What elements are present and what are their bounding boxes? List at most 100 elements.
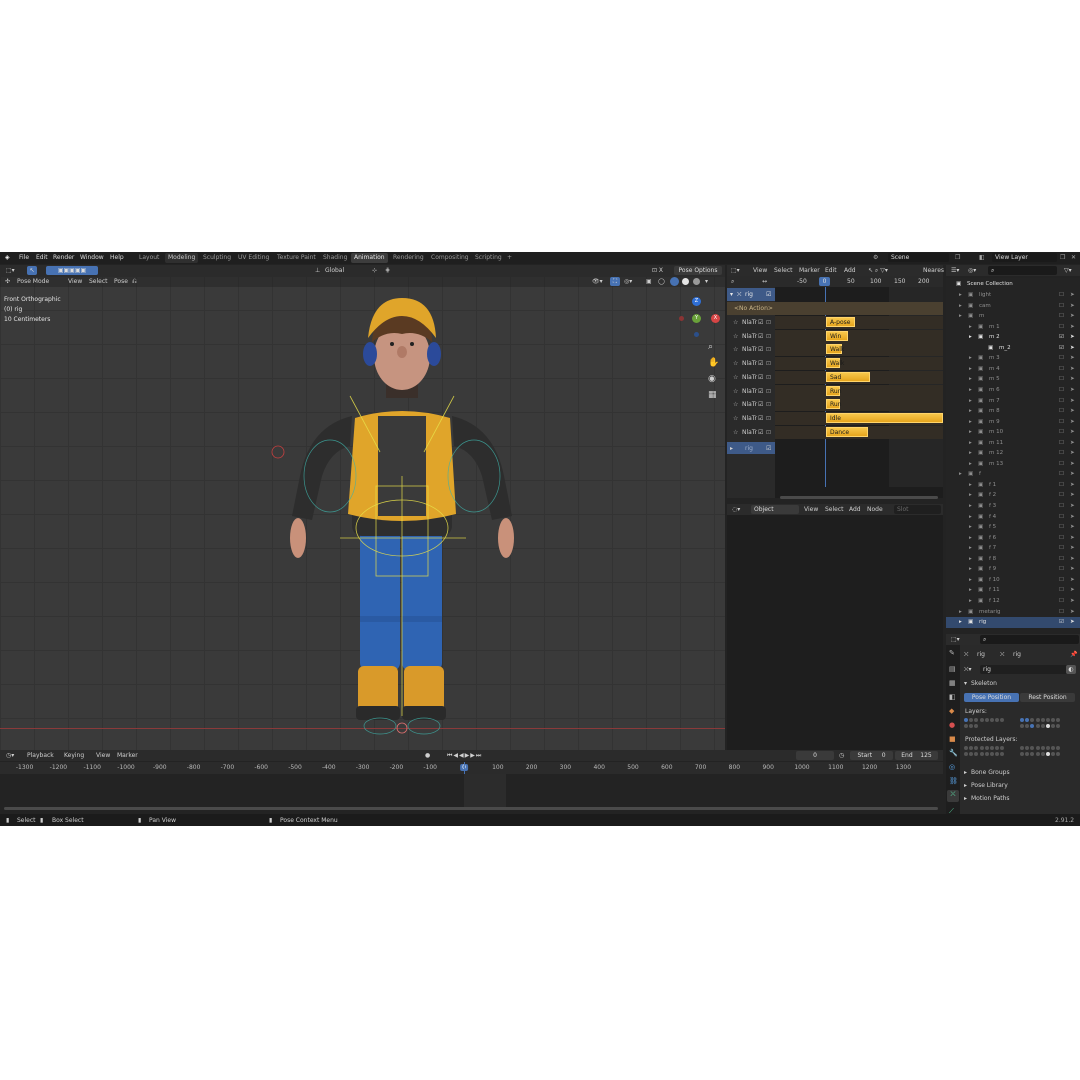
node-editor-canvas[interactable]	[727, 515, 943, 750]
select-arrow-icon[interactable]: ➤	[1070, 398, 1075, 404]
node-menu-node[interactable]: Node	[867, 506, 883, 513]
modifier-tab-icon[interactable]: 🔧	[949, 749, 958, 757]
outliner-item[interactable]: ▸ ▣ cam ☐ ➤	[946, 301, 1080, 312]
nla-strip[interactable]: Walk (f	[826, 344, 844, 363]
character-rig-illustration[interactable]	[0, 276, 725, 750]
outliner-item[interactable]: ▸ ▣ m 7 ☐ ➤	[946, 396, 1080, 407]
select-arrow-icon[interactable]: ➤	[1070, 345, 1075, 351]
select-arrow-icon[interactable]: ➤	[1070, 503, 1075, 509]
tab-shading[interactable]: Shading	[320, 253, 350, 263]
outliner-item[interactable]: ▸ ▣ m 13 ☐ ➤	[946, 459, 1080, 470]
node-menu-add[interactable]: Add	[849, 506, 861, 513]
visibility-checkbox-icon[interactable]: ☐	[1059, 524, 1064, 530]
expand-arrow-icon[interactable]: ▸	[969, 514, 972, 520]
physics-tab-icon[interactable]: ◎	[949, 763, 955, 771]
armature-data-tab-icon[interactable]: ⛌	[947, 790, 959, 802]
select-arrow-icon[interactable]: ➤	[1070, 355, 1075, 361]
nla-object-checkbox[interactable]: ☑	[766, 291, 771, 298]
timeline[interactable]: ◷▾ Playback Keying View Marker ● ⏮◀◀▶▶⏭ …	[0, 750, 943, 814]
visibility-checkbox-icon[interactable]: ☐	[1059, 535, 1064, 541]
copy-scene-icon[interactable]: ❐	[955, 254, 960, 261]
visibility-checkbox-icon[interactable]: ☐	[1059, 366, 1064, 372]
nla-track-row[interactable]: ☆ NlaTr ☑ ⊡ Run	[727, 384, 943, 398]
select-arrow-icon[interactable]: ➤	[1070, 334, 1075, 340]
view-layer-selector[interactable]: View Layer	[992, 253, 1057, 262]
visibility-checkbox-icon[interactable]: ☐	[1059, 355, 1064, 361]
node-slot-dropdown[interactable]: Slot	[894, 505, 941, 514]
expand-icon[interactable]: ▸	[730, 445, 733, 452]
nla-snap-dropdown[interactable]: Neares	[923, 267, 944, 274]
expand-arrow-icon[interactable]: ▸	[969, 566, 972, 572]
expand-arrow-icon[interactable]: ▸	[969, 556, 972, 562]
expand-arrow-icon[interactable]: ▸	[969, 492, 972, 498]
solo-star-icon[interactable]: ☆	[733, 401, 738, 408]
solo-star-icon[interactable]: ☆	[733, 319, 738, 326]
start-frame-field[interactable]: Start 0	[850, 751, 893, 760]
outliner-item[interactable]: ▸ ▣ m 9 ☐ ➤	[946, 417, 1080, 428]
outliner-type-icon[interactable]: ☰▾	[951, 267, 959, 274]
outliner-item[interactable]: ▸ ▣ light ☐ ➤	[946, 290, 1080, 301]
tool-tab-icon[interactable]: ✎	[949, 649, 955, 657]
menu-window[interactable]: Window	[80, 254, 104, 261]
expand-icon[interactable]: ▾	[730, 291, 733, 298]
visibility-checkbox-icon[interactable]: ☐	[1059, 471, 1064, 477]
outliner-item[interactable]: ▸ ▣ f 5 ☐ ➤	[946, 522, 1080, 533]
expand-arrow-icon[interactable]: ▸	[959, 303, 962, 309]
nla-editor-type-icon[interactable]: ⬚▾	[731, 267, 740, 274]
select-arrow-icon[interactable]: ➤	[1070, 535, 1075, 541]
outliner-filter-icon[interactable]: ▽▾	[1064, 267, 1072, 274]
nla-menu-view[interactable]: View	[753, 267, 767, 274]
visibility-checkbox-icon[interactable]: ☐	[1059, 482, 1064, 488]
nla-second-object-checkbox[interactable]: ☑	[766, 445, 771, 452]
expand-arrow-icon[interactable]: ▸	[969, 524, 972, 530]
select-arrow-icon[interactable]: ➤	[1070, 556, 1075, 562]
pin-icon[interactable]: 📌	[1070, 651, 1077, 658]
object-tab-icon[interactable]: ■	[949, 735, 956, 743]
select-arrow-icon[interactable]: ➤	[1070, 429, 1075, 435]
nla-current-frame[interactable]: 0	[819, 277, 830, 286]
outliner-item[interactable]: ▸ ▣ f 2 ☐ ➤	[946, 490, 1080, 501]
expand-arrow-icon[interactable]: ▸	[969, 376, 972, 382]
expand-arrow-icon[interactable]: ▸	[969, 419, 972, 425]
select-arrow-icon[interactable]: ➤	[1070, 587, 1075, 593]
timeline-menu-playback[interactable]: Playback	[27, 752, 54, 759]
outliner[interactable]: ▣ Scene Collection ▸ ▣ light ☐ ➤ ▸ ▣ cam ☐ ➤ ▸ ▣ m ☐ ➤…	[946, 278, 1080, 628]
track-lock-icon[interactable]: ⊡	[766, 401, 771, 408]
visibility-checkbox-icon[interactable]: ☐	[1059, 324, 1064, 330]
3d-viewport[interactable]: ✣ Pose Mode View Select Pose ⎌ 👁▾ ⛶ ◎▾ ▣…	[0, 276, 725, 750]
visibility-checkbox-icon[interactable]: ☐	[1059, 313, 1064, 319]
select-arrow-icon[interactable]: ➤	[1070, 313, 1075, 319]
track-checkbox-icon[interactable]: ☑	[758, 415, 763, 422]
render-tab-icon[interactable]: ▤	[949, 665, 956, 673]
pose-position-button[interactable]: Pose Position	[964, 693, 1019, 702]
tab-layout[interactable]: Layout	[136, 253, 162, 263]
node-editor-type-icon[interactable]: ◌▾	[732, 506, 740, 513]
expand-arrow-icon[interactable]: ▸	[969, 334, 972, 340]
visibility-checkbox-icon[interactable]: ☐	[1059, 387, 1064, 393]
expand-arrow-icon[interactable]: ▸	[959, 471, 962, 477]
nla-strip[interactable]: A-pose	[826, 317, 856, 327]
outliner-item[interactable]: ▸ ▣ metarig ☐ ➤	[946, 607, 1080, 618]
outliner-item[interactable]: ▸ ▣ m 1 ☐ ➤	[946, 322, 1080, 333]
nla-track-row[interactable]: ☆ NlaTr☑⊡ Walk (f	[727, 343, 943, 363]
visibility-checkbox-icon[interactable]: ☐	[1059, 566, 1064, 572]
timeline-ruler[interactable]: -1300 -1200 -1100 -1000 -900 -800 -700 -600 -500…	[0, 762, 943, 774]
track-lock-icon[interactable]: ⊡	[766, 429, 771, 436]
expand-arrow-icon[interactable]: ▸	[969, 387, 972, 393]
menu-help[interactable]: Help	[110, 254, 124, 261]
outliner-item[interactable]: ▸ ▣ m 2 ☑ ➤	[946, 332, 1080, 343]
expand-arrow-icon[interactable]: ▸	[959, 292, 962, 298]
select-arrow-icon[interactable]: ➤	[1070, 577, 1075, 583]
timeline-menu-view[interactable]: View	[96, 752, 110, 759]
select-arrow-icon[interactable]: ➤	[1070, 514, 1075, 520]
tab-animation[interactable]: Animation	[351, 253, 388, 263]
select-arrow-icon[interactable]: ➤	[1070, 566, 1075, 572]
outliner-item[interactable]: ▸ ▣ f 6 ☐ ➤	[946, 533, 1080, 544]
tab-uv-editing[interactable]: UV Editing	[235, 253, 272, 263]
expand-arrow-icon[interactable]: ▸	[959, 619, 962, 625]
pose-library-section[interactable]: Pose Library	[971, 782, 1008, 789]
select-arrow-icon[interactable]: ➤	[1070, 524, 1075, 530]
expand-arrow-icon[interactable]: ▸	[969, 450, 972, 456]
nla-menu-edit[interactable]: Edit	[825, 267, 837, 274]
select-arrow-icon[interactable]: ➤	[1070, 324, 1075, 330]
